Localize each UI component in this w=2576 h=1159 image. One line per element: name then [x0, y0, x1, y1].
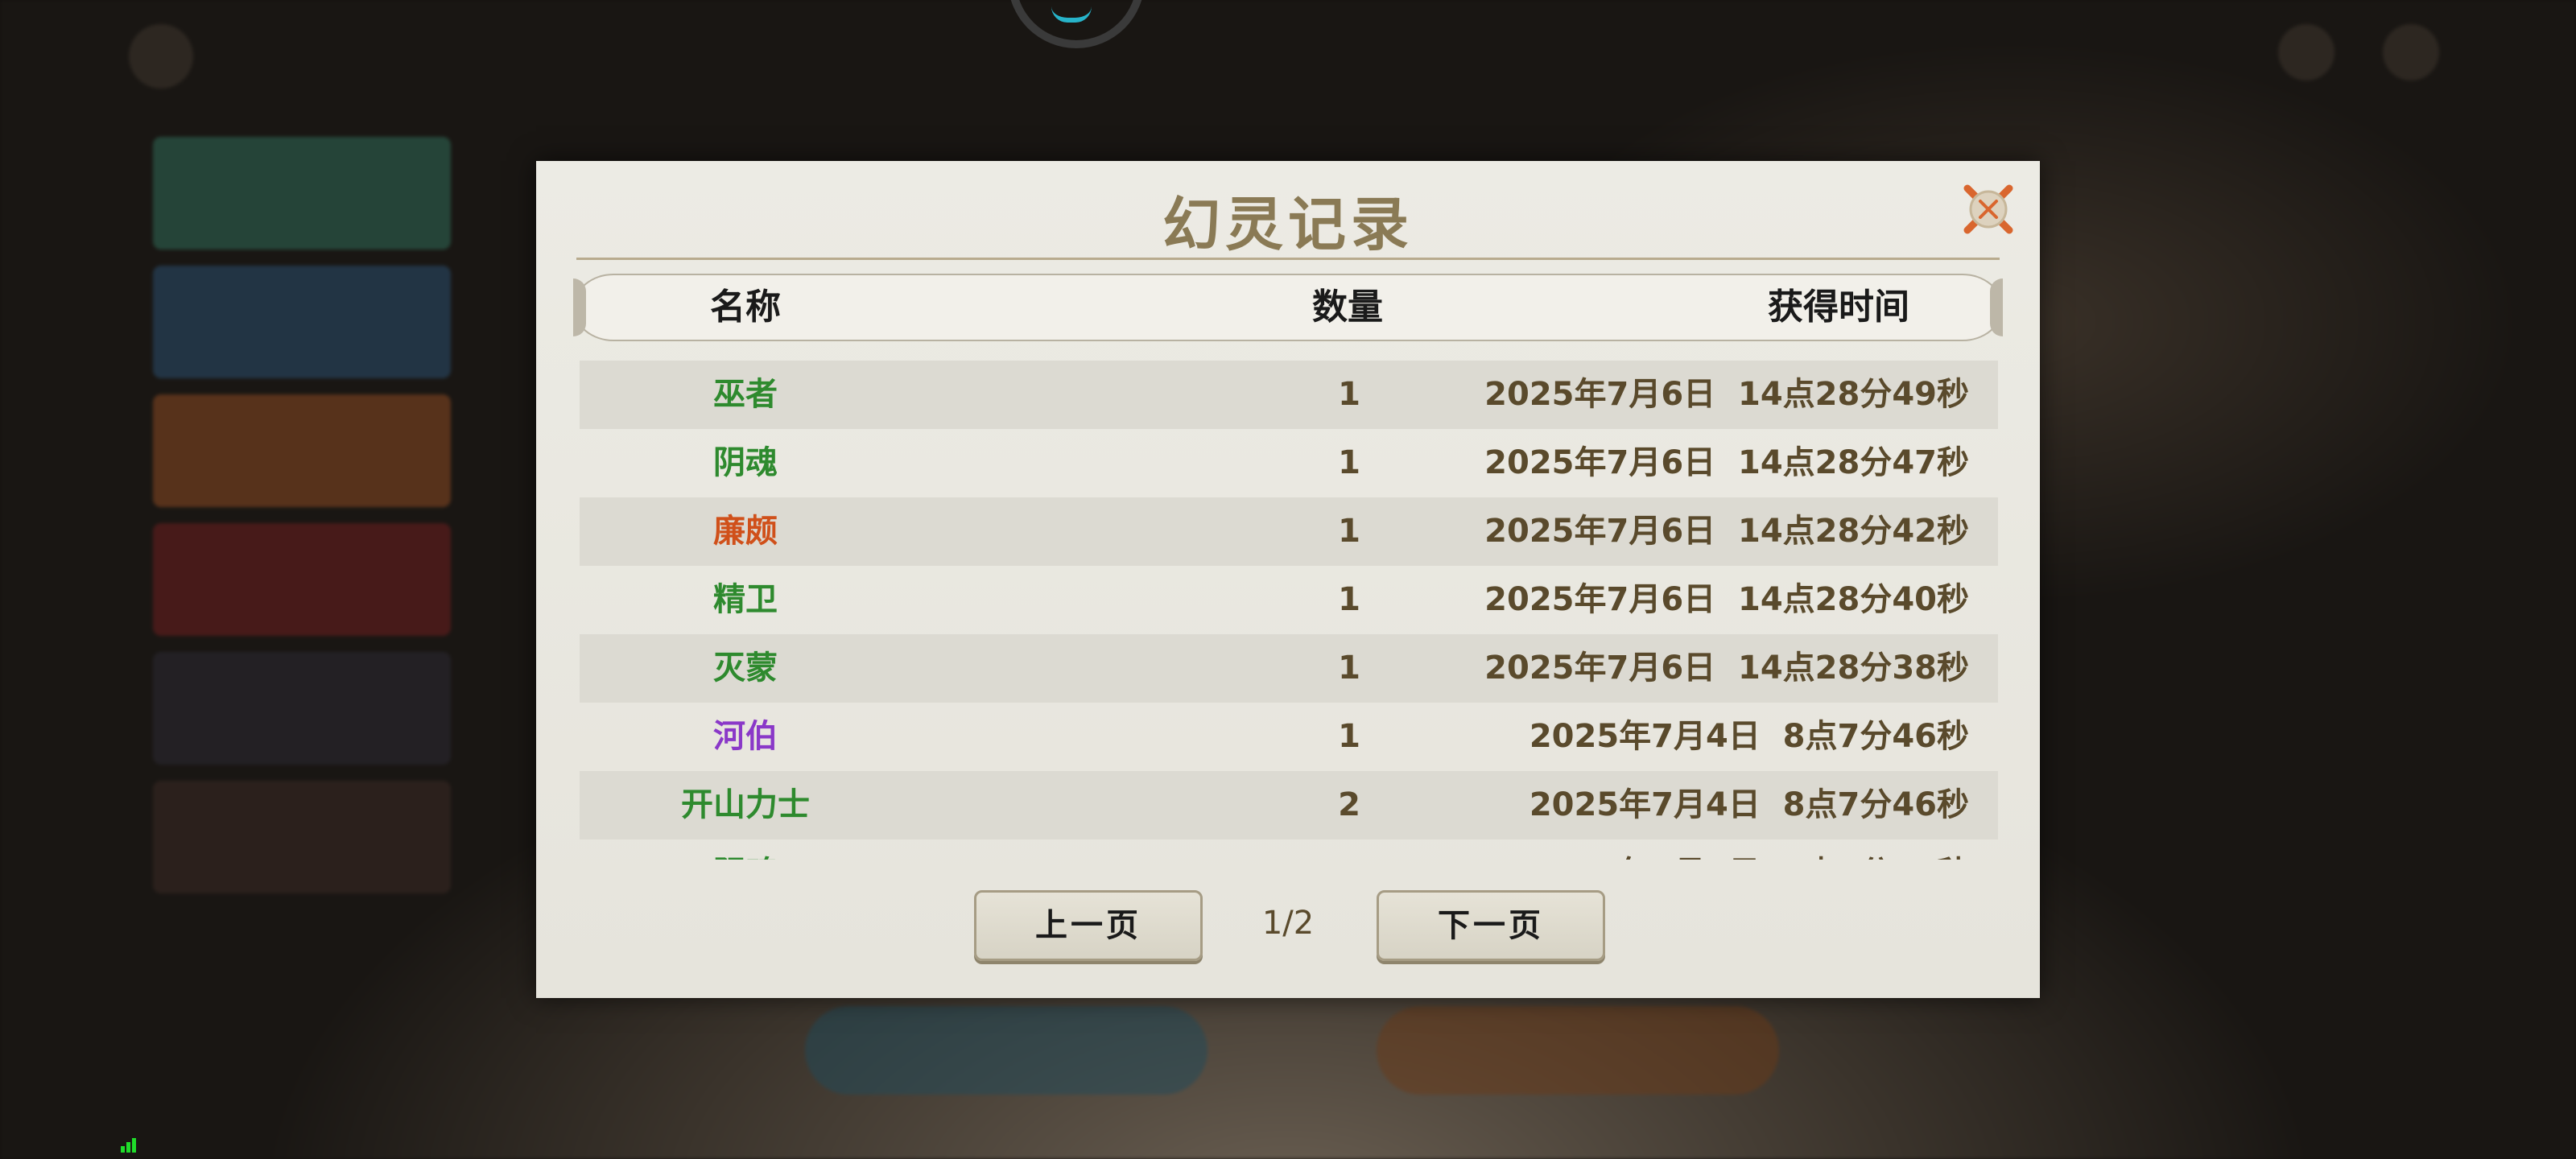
pagination: 上一页 1/2 下一页 — [536, 890, 2040, 963]
row-quantity: 2 — [1323, 839, 1375, 860]
row-name: 河伯 — [713, 718, 778, 755]
row-name: 灭蒙 — [713, 650, 778, 687]
row-time: 2025年7月4日 8点7分46秒 — [1529, 786, 1969, 823]
phantom-record-dialog: 幻灵记录 名称 数量 获得时间 巫者 1 2025年7月6日 14点28分49秒阴魂… — [536, 161, 2040, 998]
row-name: 开山力士 — [681, 786, 810, 823]
row-time: 2025年7月6日 14点28分47秒 — [1484, 444, 1969, 481]
row-quantity: 1 — [1338, 650, 1360, 687]
backdrop-card — [153, 652, 451, 765]
backdrop-card — [153, 266, 451, 378]
row-time: 2025年7月6日 14点28分40秒 — [1484, 581, 1969, 618]
row-quantity: 1 — [1338, 718, 1360, 755]
table-row: 阴魂 2 2025年7月4日 8点7分46秒 — [580, 839, 1998, 860]
row-name: 巫者 — [713, 376, 778, 413]
backdrop-card — [153, 523, 451, 636]
table-row: 廉颇 1 2025年7月6日 14点28分42秒 — [580, 497, 1998, 566]
row-time: 2025年7月4日 8点7分46秒 — [1529, 718, 1969, 755]
table-row: 开山力士 2 2025年7月4日 8点7分46秒 — [580, 771, 1998, 839]
backdrop-top-icon — [2383, 24, 2439, 80]
table-row: 阴魂 1 2025年7月6日 14点28分47秒 — [580, 429, 1998, 497]
close-x-icon — [1963, 184, 2013, 234]
backdrop-card — [153, 137, 451, 250]
backdrop-top-icon — [129, 24, 193, 89]
backdrop-card — [153, 781, 451, 893]
table-row: 精卫 1 2025年7月6日 14点28分40秒 — [580, 566, 1998, 634]
title-divider — [576, 258, 2000, 260]
close-button[interactable] — [1958, 179, 2019, 240]
backdrop-button — [805, 1006, 1208, 1095]
row-quantity: 1 — [1338, 444, 1360, 481]
next-page-button[interactable]: 下一页 — [1377, 890, 1605, 961]
row-name: 阴魂 — [580, 839, 911, 860]
dialog-title: 幻灵记录 — [1162, 190, 1414, 258]
row-quantity: 2 — [1338, 786, 1360, 823]
row-time: 2025年7月4日 8点7分46秒 — [1530, 839, 1969, 860]
page-indicator: 1/2 — [1261, 905, 1315, 942]
row-quantity: 1 — [1338, 513, 1360, 550]
row-name: 廉颇 — [713, 513, 778, 550]
row-quantity: 1 — [1338, 581, 1360, 618]
row-time: 2025年7月6日 14点28分42秒 — [1484, 513, 1969, 550]
backdrop-card — [153, 394, 451, 507]
table-header: 名称 数量 获得时间 — [573, 274, 2003, 341]
header-name: 名称 — [710, 287, 781, 328]
header-time: 获得时间 — [1768, 287, 1909, 328]
row-quantity: 1 — [1338, 376, 1360, 413]
row-time: 2025年7月6日 14点28分38秒 — [1484, 650, 1969, 687]
header-quantity: 数量 — [1312, 287, 1383, 328]
table-row: 灭蒙 1 2025年7月6日 14点28分38秒 — [580, 634, 1998, 703]
row-name: 阴魂 — [713, 444, 778, 481]
record-list[interactable]: 巫者 1 2025年7月6日 14点28分49秒阴魂 1 2025年7月6日 14点28… — [580, 361, 1998, 860]
table-row: 巫者 1 2025年7月6日 14点28分49秒 — [580, 361, 1998, 429]
signal-icon — [121, 1136, 140, 1153]
backdrop-button — [1377, 1006, 1779, 1095]
backdrop-top-icon — [2278, 24, 2334, 80]
record-rows: 巫者 1 2025年7月6日 14点28分49秒阴魂 1 2025年7月6日 14点28… — [580, 361, 1998, 860]
row-time: 2025年7月6日 14点28分49秒 — [1484, 376, 1969, 413]
row-name: 精卫 — [713, 581, 778, 618]
prev-page-button[interactable]: 上一页 — [974, 890, 1203, 961]
table-row: 河伯 1 2025年7月4日 8点7分46秒 — [580, 703, 1998, 771]
